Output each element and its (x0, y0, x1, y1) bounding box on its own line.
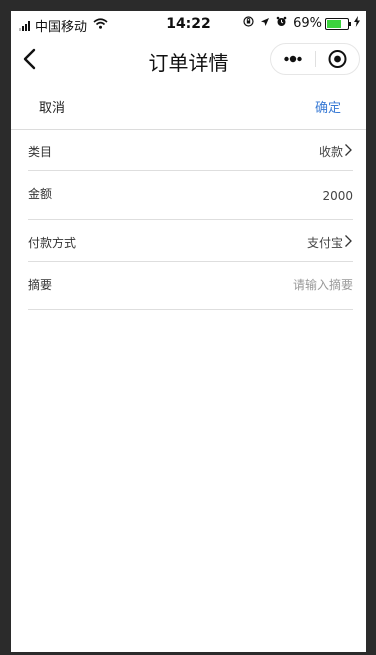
mini-program-capsule (270, 43, 360, 75)
category-value: 收款 (319, 143, 353, 160)
battery-icon (325, 17, 351, 30)
confirm-button[interactable]: 确定 (315, 97, 341, 116)
summary-label: 摘要 (28, 278, 53, 292)
orientation-lock-icon (243, 16, 254, 31)
summary-input[interactable] (233, 278, 353, 292)
payment-method-value: 支付宝 (307, 234, 353, 251)
status-bar: 中国移动 14:22 69% (11, 11, 366, 37)
location-arrow-icon (260, 16, 270, 31)
amount-value-text[interactable]: 2000 (322, 189, 353, 203)
payment-method-row[interactable]: 付款方式 支付宝 (28, 220, 353, 262)
payment-method-value-text: 支付宝 (306, 236, 343, 250)
alarm-clock-icon (276, 16, 287, 31)
amount-label: 金额 (28, 187, 53, 201)
summary-value (233, 278, 353, 292)
phone-screen: 中国移动 14:22 69% 订单详情 取消 确定 类目 收款 金额 2000 … (11, 11, 366, 652)
payment-method-label: 付款方式 (28, 236, 77, 250)
chevron-right-icon (344, 234, 353, 251)
status-right: 69% (237, 16, 360, 31)
summary-row: 摘要 (28, 262, 353, 310)
battery-fill (327, 19, 341, 28)
exit-mini-program-button[interactable] (316, 44, 359, 74)
category-value-text: 收款 (318, 145, 343, 159)
action-bar: 取消 确定 (11, 81, 366, 130)
battery-percent: 69% (293, 16, 322, 31)
charging-bolt-icon (354, 16, 360, 31)
navigation-bar: 订单详情 (11, 37, 366, 81)
target-circle-icon (328, 50, 347, 68)
more-dots-icon (284, 55, 302, 63)
amount-row: 金额 2000 (28, 171, 353, 220)
more-button[interactable] (271, 44, 315, 74)
amount-value: 2000 (322, 189, 353, 203)
category-label: 类目 (28, 145, 53, 159)
chevron-right-icon (344, 143, 353, 160)
category-row[interactable]: 类目 收款 (28, 130, 353, 171)
cancel-button[interactable]: 取消 (39, 97, 65, 116)
